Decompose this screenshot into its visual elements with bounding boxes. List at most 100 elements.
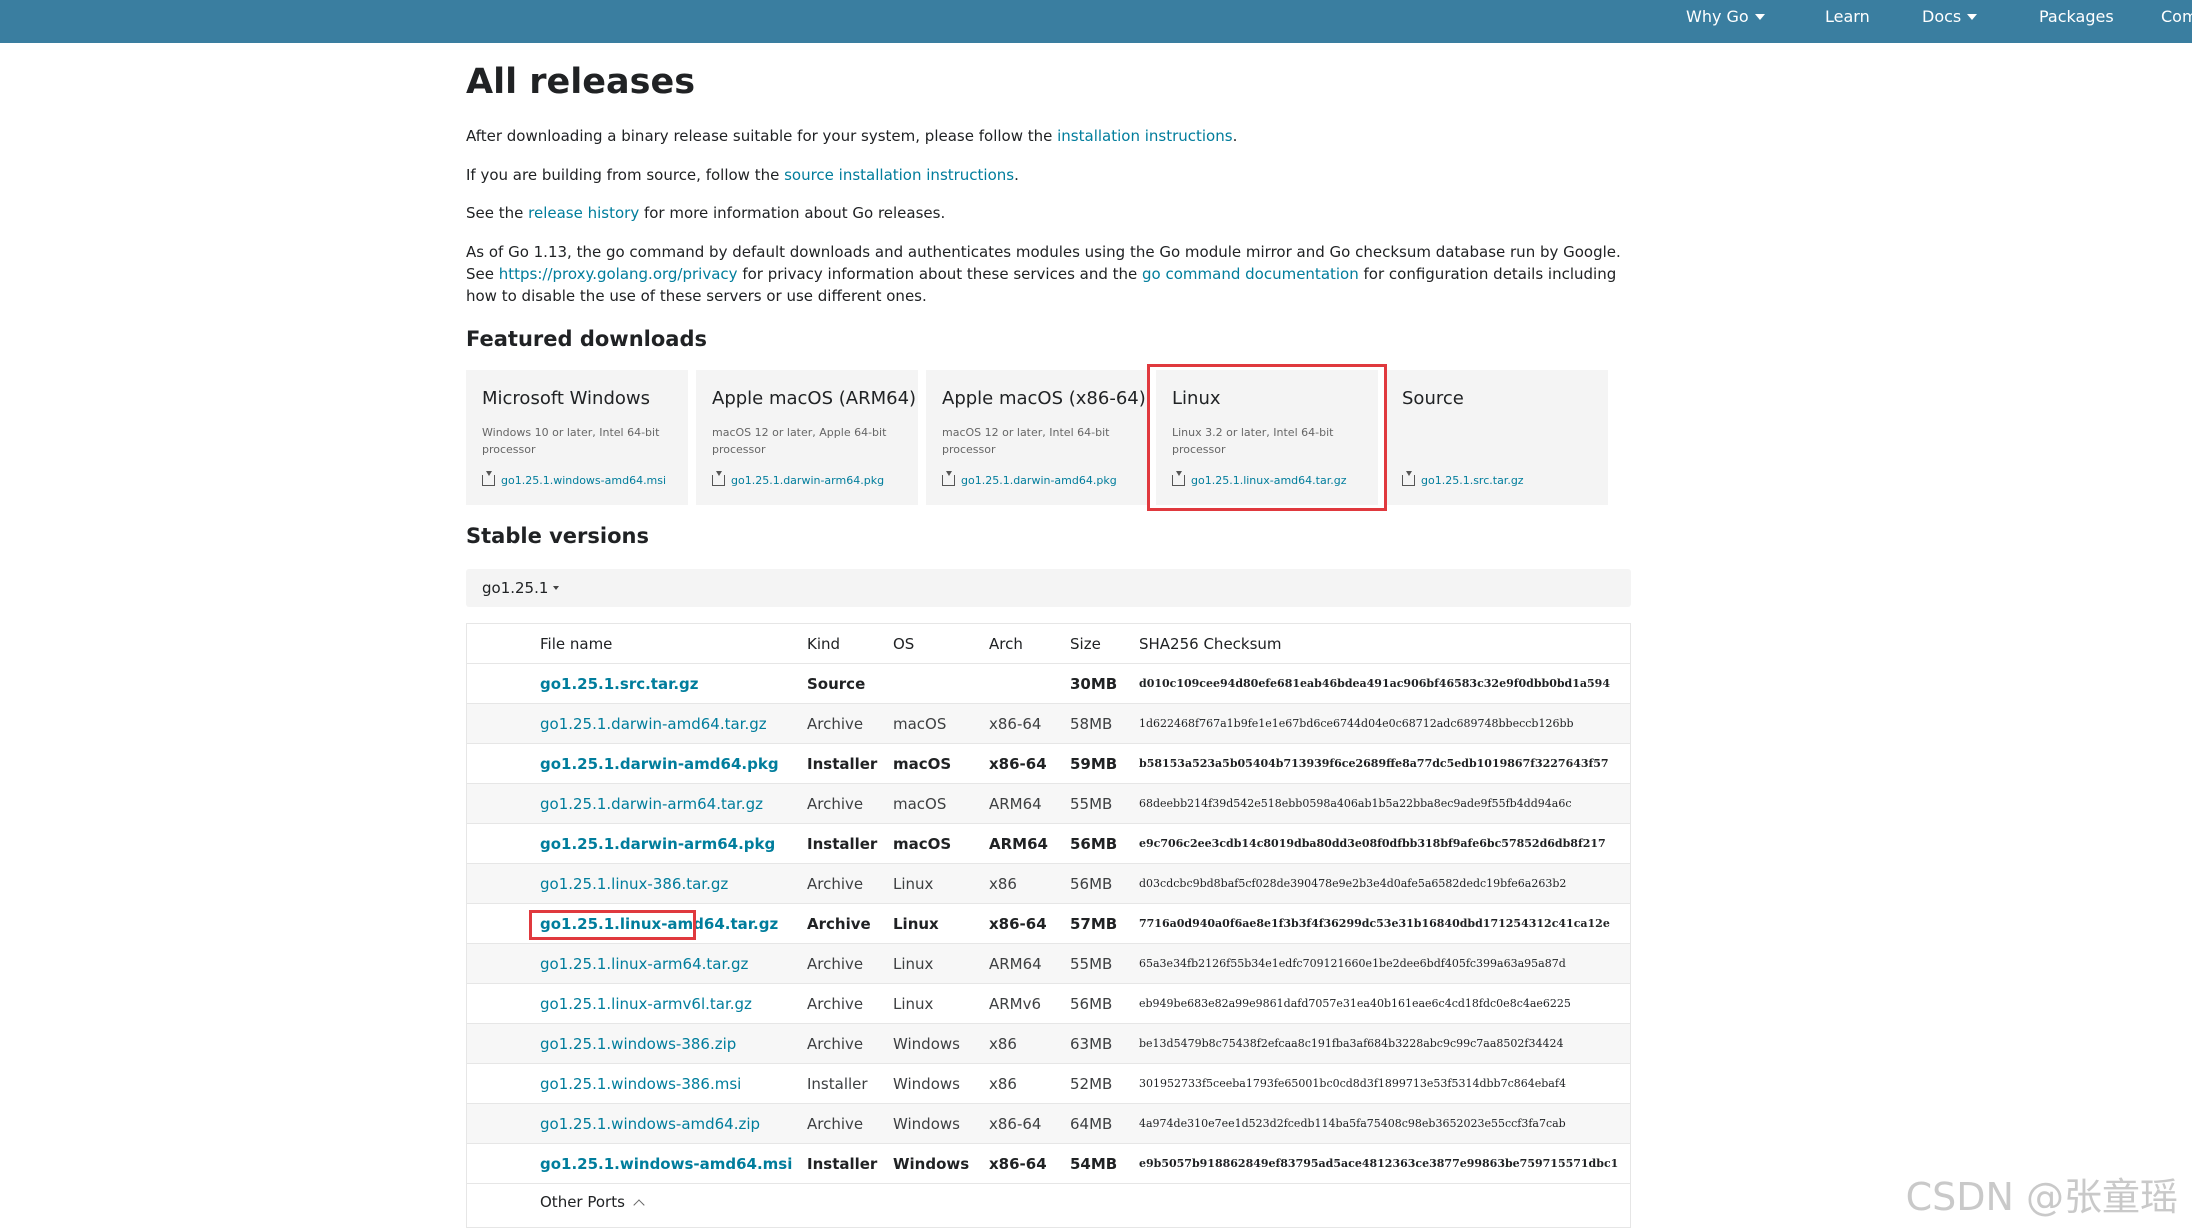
size-cell: 56MB (1070, 875, 1113, 893)
version-toggle[interactable]: go1.25.1 (466, 569, 1631, 607)
os-cell: Linux (893, 875, 934, 893)
checksum-cell: b58153a523a5b05404b713939f6ce2689ffe8a77… (1139, 757, 1609, 770)
header-checksum: SHA256 Checksum (1139, 635, 1282, 653)
nav-docs[interactable]: Docs (1922, 7, 1978, 26)
table-row: go1.25.1.windows-amd64.msi Installer Windo… (467, 1144, 1630, 1184)
nav-learn[interactable]: Learn (1825, 7, 1870, 26)
arch-cell: ARM64 (989, 795, 1042, 813)
card-download-link[interactable]: go1.25.1.linux-amd64.tar.gz (1172, 471, 1346, 487)
kind-cell: Archive (807, 995, 864, 1013)
page-title: All releases (466, 62, 696, 102)
go-command-docs-link[interactable]: go command documentation (1142, 265, 1359, 283)
checksum-cell: be13d5479b8c75438f2efcaa8c191fba3af684b3… (1139, 1037, 1564, 1050)
intro-paragraph-1: After downloading a binary release suita… (466, 125, 1631, 147)
size-cell: 52MB (1070, 1075, 1113, 1093)
kind-cell: Archive (807, 915, 871, 933)
card-title: Apple macOS (ARM64) (712, 388, 917, 409)
other-ports-toggle[interactable]: Other Ports (540, 1193, 645, 1211)
file-link[interactable]: go1.25.1.darwin-amd64.tar.gz (540, 704, 767, 744)
arch-cell: x86 (989, 875, 1017, 893)
card-title: Microsoft Windows (482, 388, 650, 409)
size-cell: 54MB (1070, 1155, 1118, 1173)
table-row: go1.25.1.src.tar.gz Source 30MB d010c109cee… (467, 664, 1630, 704)
kind-cell: Installer (807, 835, 878, 853)
nav-why-go[interactable]: Why Go (1686, 7, 1765, 26)
card-download-link[interactable]: go1.25.1.darwin-amd64.pkg (942, 471, 1117, 487)
file-link[interactable]: go1.25.1.linux-arm64.tar.gz (540, 944, 748, 984)
file-link[interactable]: go1.25.1.darwin-arm64.pkg (540, 824, 775, 864)
checksum-cell: 7716a0d940a0f6ae8e1f3b3f4f36299dc53e31b1… (1139, 917, 1610, 930)
checksum-cell: 1d622468f767a1b9fe1e1e67bd6ce6744d04e0c6… (1139, 717, 1574, 730)
download-icon (1172, 471, 1185, 486)
file-link[interactable]: go1.25.1.windows-amd64.zip (540, 1104, 760, 1144)
card-download-link[interactable]: go1.25.1.windows-amd64.msi (482, 471, 666, 487)
table-row: go1.25.1.linux-armv6l.tar.gz Archive Linux… (467, 984, 1630, 1024)
featured-card-macos-arm64[interactable]: Apple macOS (ARM64) macOS 12 or later, A… (696, 370, 918, 505)
download-icon (942, 471, 955, 486)
size-cell: 59MB (1070, 755, 1118, 773)
file-link[interactable]: go1.25.1.windows-386.zip (540, 1024, 736, 1064)
header-os: OS (893, 635, 915, 653)
source-installation-link[interactable]: source installation instructions (784, 166, 1014, 184)
arch-cell: x86-64 (989, 915, 1047, 933)
downloads-table: File name Kind OS Arch Size SHA256 Check… (466, 623, 1631, 1228)
os-cell: macOS (893, 755, 952, 773)
p1-text: After downloading a binary release suita… (466, 127, 1058, 145)
installation-instructions-link[interactable]: installation instructions (1057, 127, 1232, 145)
checksum-cell: e9b5057b918862849ef83795ad5ace4812363ce3… (1139, 1157, 1619, 1170)
size-cell: 56MB (1070, 835, 1118, 853)
kind-cell: Installer (807, 1155, 878, 1173)
card-description: Windows 10 or later, Intel 64-bit proces… (482, 426, 660, 456)
arch-cell: x86-64 (989, 755, 1047, 773)
file-link[interactable]: go1.25.1.linux-amd64.tar.gz (540, 904, 778, 944)
featured-card-windows[interactable]: Microsoft Windows Windows 10 or later, I… (466, 370, 688, 505)
file-link[interactable]: go1.25.1.windows-386.msi (540, 1064, 741, 1104)
table-row: go1.25.1.windows-386.msi Installer Windows… (467, 1064, 1630, 1104)
nav-community[interactable]: Com (2161, 7, 2192, 26)
file-link[interactable]: go1.25.1.darwin-amd64.pkg (540, 744, 779, 784)
checksum-cell: 68deebb214f39d542e518ebb0598a406ab1b5a22… (1139, 797, 1572, 810)
kind-cell: Archive (807, 715, 864, 733)
featured-card-linux[interactable]: Linux Linux 3.2 or later, Intel 64-bit p… (1156, 370, 1378, 505)
kind-cell: Installer (807, 755, 878, 773)
proxy-privacy-link[interactable]: https://proxy.golang.org/privacy (499, 265, 738, 283)
caret-down-icon (553, 586, 560, 590)
file-link[interactable]: go1.25.1.linux-386.tar.gz (540, 864, 728, 904)
other-ports-label: Other Ports (540, 1193, 625, 1211)
header-size: Size (1070, 635, 1101, 653)
file-link[interactable]: go1.25.1.src.tar.gz (540, 664, 699, 704)
nav-packages[interactable]: Packages (2039, 7, 2114, 26)
chevron-down-icon (1754, 13, 1765, 20)
kind-cell: Archive (807, 875, 864, 893)
card-download-link[interactable]: go1.25.1.darwin-arm64.pkg (712, 471, 884, 487)
table-row: go1.25.1.linux-amd64.tar.gz Archive Linux x… (467, 904, 1630, 944)
arch-cell: ARM64 (989, 955, 1042, 973)
kind-cell: Archive (807, 1115, 864, 1133)
table-row: go1.25.1.darwin-amd64.tar.gz Archive macOS… (467, 704, 1630, 744)
os-cell: Windows (893, 1035, 960, 1053)
featured-card-source[interactable]: Source go1.25.1.src.tar.gz (1386, 370, 1608, 505)
card-download-link[interactable]: go1.25.1.src.tar.gz (1402, 471, 1524, 487)
release-history-link[interactable]: release history (528, 204, 639, 222)
file-link[interactable]: go1.25.1.darwin-arm64.tar.gz (540, 784, 763, 824)
intro-paragraph-3: See the release history for more informa… (466, 202, 1631, 224)
card-title: Linux (1172, 388, 1221, 409)
os-cell: Linux (893, 955, 934, 973)
file-link[interactable]: go1.25.1.linux-armv6l.tar.gz (540, 984, 752, 1024)
arch-cell: x86 (989, 1035, 1017, 1053)
os-cell: Windows (893, 1155, 970, 1173)
size-cell: 63MB (1070, 1035, 1113, 1053)
os-cell: Linux (893, 995, 934, 1013)
header-arch: Arch (989, 635, 1023, 653)
nav-packages-label: Packages (2039, 7, 2114, 26)
download-icon (712, 471, 725, 486)
intro-paragraph-4: As of Go 1.13, the go command by default… (466, 241, 1631, 307)
size-cell: 55MB (1070, 955, 1113, 973)
header-kind: Kind (807, 635, 841, 653)
p2-text: If you are building from source, follow … (466, 166, 785, 184)
os-cell: macOS (893, 835, 952, 853)
file-link[interactable]: go1.25.1.windows-amd64.msi (540, 1144, 792, 1184)
size-cell: 58MB (1070, 715, 1113, 733)
featured-card-macos-x86-64[interactable]: Apple macOS (x86-64) macOS 12 or later, … (926, 370, 1148, 505)
os-cell: Windows (893, 1075, 960, 1093)
